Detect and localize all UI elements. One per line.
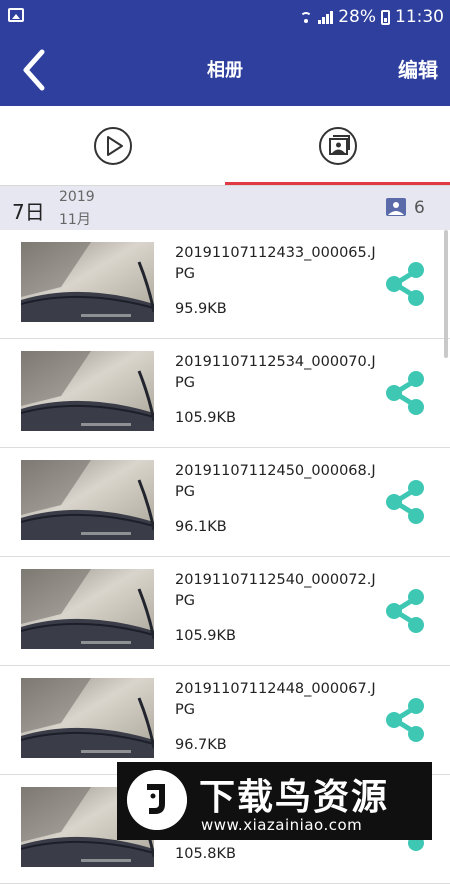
date-day: 7日: [12, 200, 45, 224]
share-button[interactable]: [383, 479, 427, 525]
list-item[interactable]: 20191107112450_000068.JPG 96.1KB: [0, 448, 450, 557]
battery-icon: [381, 9, 390, 25]
file-size: 105.8KB: [175, 846, 236, 862]
page-title: 相册: [207, 60, 243, 81]
photo-thumbnail[interactable]: [21, 242, 154, 322]
play-icon: [93, 127, 132, 165]
photo-thumbnail[interactable]: [21, 351, 154, 431]
image-icon: [8, 8, 24, 22]
date-group-header: 7日 2019 11月 6: [0, 186, 450, 230]
share-icon: [386, 589, 424, 633]
image-count-icon: [386, 198, 406, 216]
watermark-title: 下载鸟资源: [199, 777, 390, 818]
share-icon: [386, 371, 424, 415]
share-icon: [386, 262, 424, 306]
status-indicators: 28% 11:30: [299, 6, 444, 28]
scrollbar[interactable]: [444, 230, 448, 358]
file-name: 20191107112540_000072.JPG: [175, 572, 376, 609]
file-size: 105.9KB: [175, 628, 236, 644]
share-button[interactable]: [383, 261, 427, 307]
date-month: 11月: [59, 212, 91, 228]
list-item[interactable]: 20191107112433_000065.JPG 95.9KB: [0, 230, 450, 339]
file-name: 20191107112450_000068.JPG: [175, 463, 376, 500]
photo-thumbnail[interactable]: [21, 569, 154, 649]
file-name: 20191107112534_000070.JPG: [175, 354, 376, 391]
share-button[interactable]: [383, 370, 427, 416]
bird-logo-icon: [127, 770, 187, 830]
file-name: 20191107112433_000065.JPG: [175, 245, 376, 282]
edit-button[interactable]: 编辑: [398, 54, 438, 83]
file-size: 105.9KB: [175, 410, 236, 426]
watermark-banner: 下载鸟资源 www.xiazainiao.com: [117, 762, 432, 840]
photo-album-icon: [318, 127, 357, 165]
share-icon: [386, 480, 424, 524]
photo-thumbnail[interactable]: [21, 678, 154, 758]
file-size: 95.9KB: [175, 301, 227, 317]
file-name: 20191107112448_000067.JPG: [175, 681, 376, 718]
file-size: 96.7KB: [175, 737, 227, 753]
status-bar: 28% 11:30: [0, 0, 450, 34]
wifi-icon: [299, 10, 313, 24]
tab-photo[interactable]: [225, 106, 450, 186]
share-icon: [386, 698, 424, 742]
signal-icon: [318, 10, 334, 24]
list-item[interactable]: 20191107112540_000072.JPG 105.9KB: [0, 557, 450, 666]
title-bar: 相册 编辑: [0, 34, 450, 106]
share-button[interactable]: [383, 588, 427, 634]
list-item[interactable]: 20191107112448_000067.JPG 96.7KB: [0, 666, 450, 775]
photo-thumbnail[interactable]: [21, 460, 154, 540]
file-size: 96.1KB: [175, 519, 227, 535]
share-button[interactable]: [383, 697, 427, 743]
image-count: 6: [414, 198, 425, 218]
tab-video[interactable]: [0, 106, 225, 186]
date-year: 2019: [59, 189, 95, 205]
watermark-url: www.xiazainiao.com: [201, 816, 363, 834]
list-item[interactable]: 20191107112534_000070.JPG 105.9KB: [0, 339, 450, 448]
battery-percent: 28%: [338, 7, 376, 27]
media-tabs: [0, 106, 450, 186]
clock: 11:30: [395, 7, 444, 27]
